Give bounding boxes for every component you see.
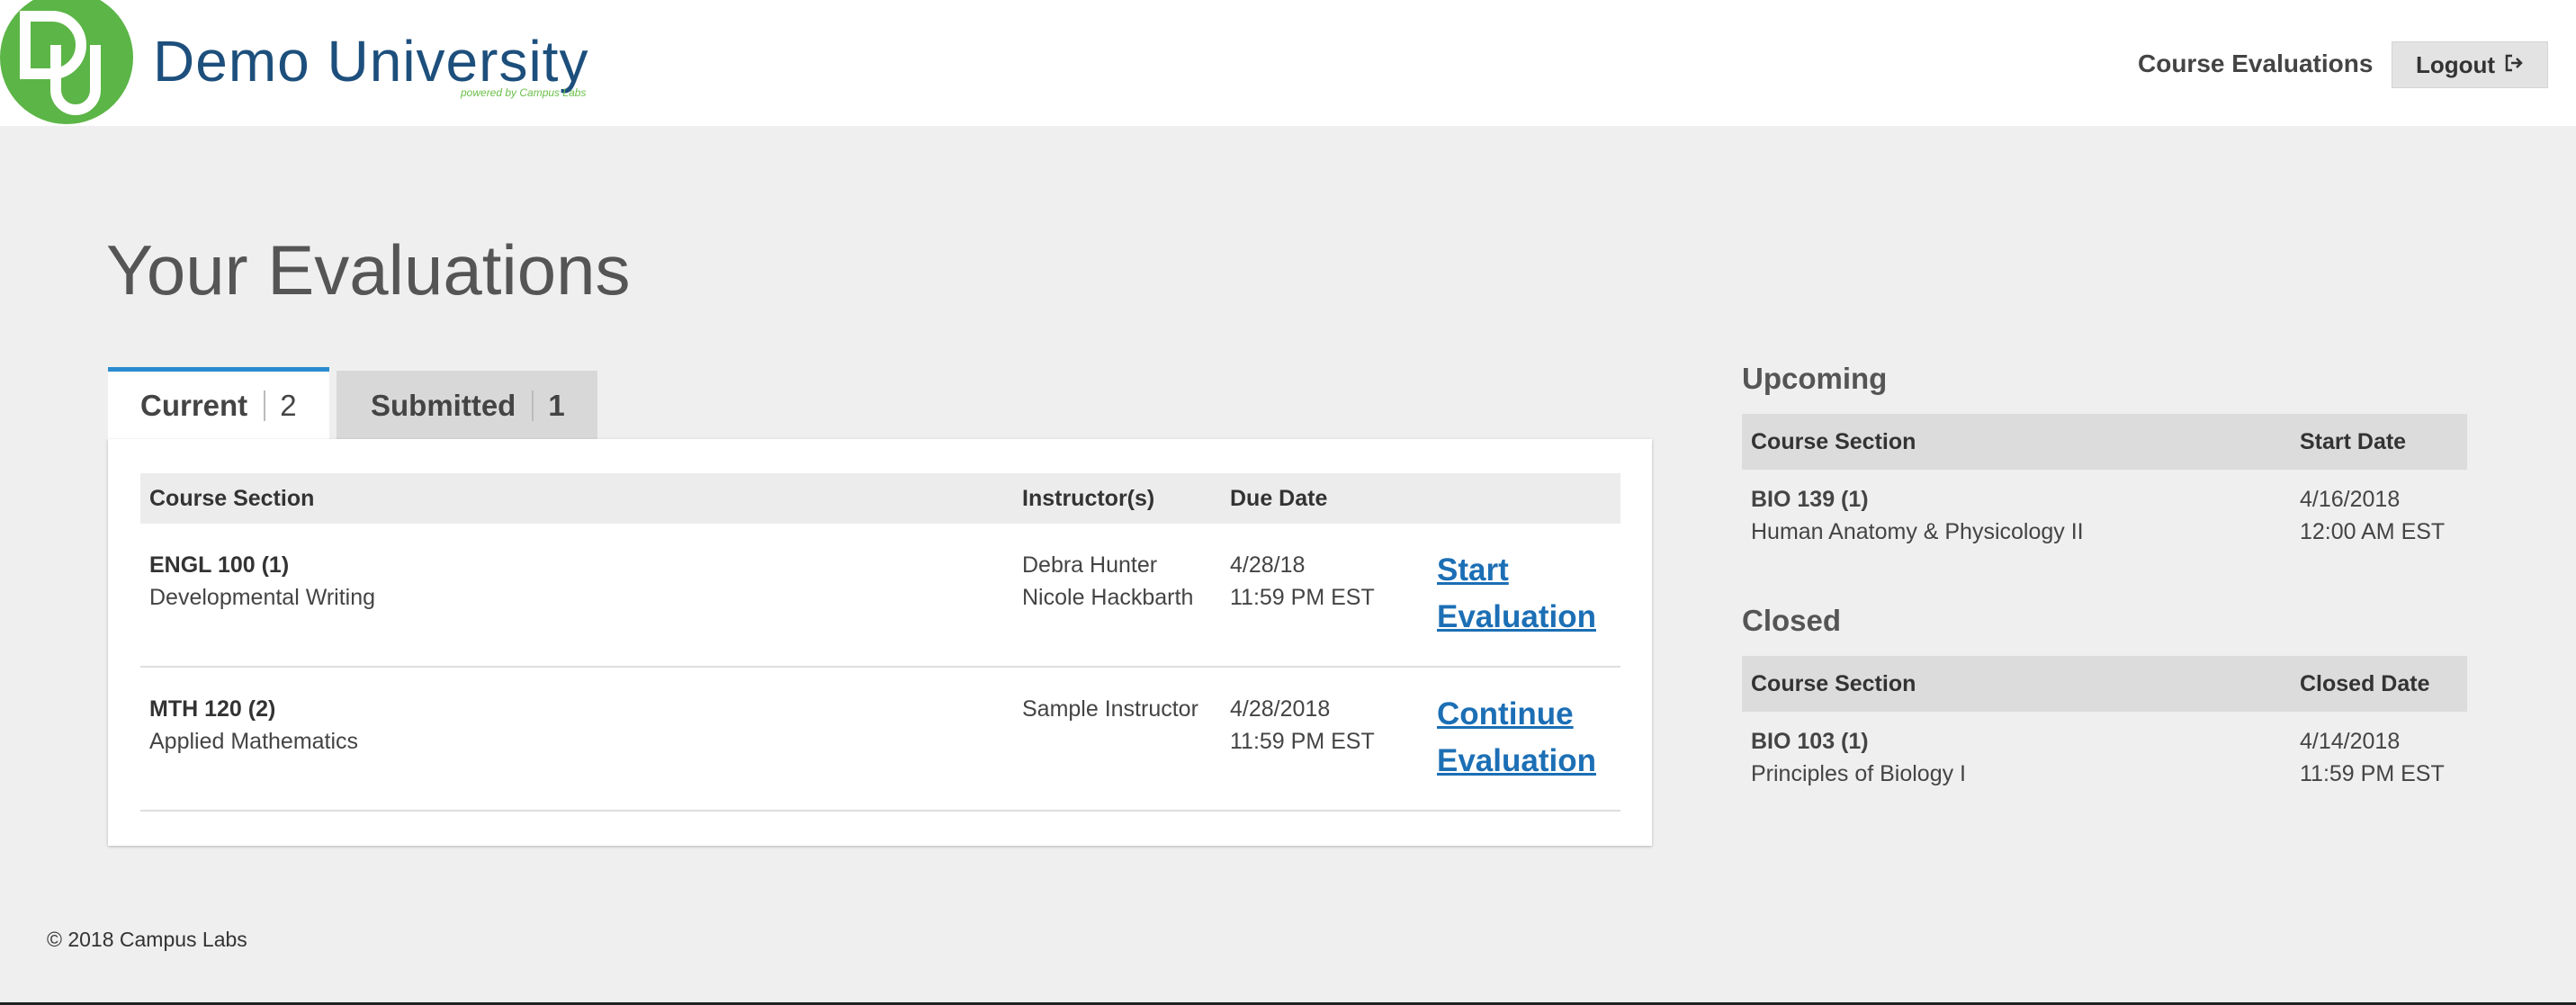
start-time: 12:00 AM EST <box>2300 519 2446 544</box>
sign-out-icon <box>2504 51 2524 79</box>
link-text: Evaluation <box>1437 743 1596 778</box>
du-logo-icon[interactable] <box>0 0 133 124</box>
tab-count: 1 <box>548 389 565 422</box>
tab-divider <box>532 390 534 421</box>
current-evaluations-panel: Course Section Instructor(s) Due Date EN… <box>108 439 1652 846</box>
course-name: Principles of Biology I <box>1751 761 1967 786</box>
instructor-name: Debra Hunter <box>1022 552 1158 578</box>
course-code: MTH 120 (2) <box>149 696 276 722</box>
course-name: Applied Mathematics <box>149 729 359 754</box>
due-time: 11:59 PM EST <box>1230 729 1375 754</box>
due-date-cell: 4/28/2018 11:59 PM EST <box>1230 693 1375 758</box>
tab-current[interactable]: Current 2 <box>108 367 329 439</box>
brand-tagline: powered by Campus Labs <box>461 86 587 99</box>
course-name: Human Anatomy & Physicology II <box>1751 519 2084 544</box>
course-code: BIO 103 (1) <box>1751 729 1869 754</box>
due-date: 4/28/18 <box>1230 552 1306 578</box>
closed-course-cell: BIO 103 (1) Principles of Biology I <box>1751 725 1966 790</box>
closed-table-header: Course Section Closed Date <box>1742 656 2467 712</box>
tab-label: Current <box>140 388 248 422</box>
instructor-name: Sample Instructor <box>1022 696 1198 722</box>
closed-date-cell: 4/14/2018 11:59 PM EST <box>2300 725 2445 790</box>
upcoming-course-cell: BIO 139 (1) Human Anatomy & Physicology … <box>1751 483 2084 548</box>
tab-divider <box>264 390 266 421</box>
column-header-instructors: Instructor(s) <box>1022 486 1155 511</box>
footer-copyright: © 2018 Campus Labs <box>47 928 247 951</box>
column-header-start-date: Start Date <box>2300 429 2407 454</box>
instructors-cell: Sample Instructor <box>1022 693 1198 725</box>
column-header-closed-date: Closed Date <box>2300 671 2430 696</box>
closed-heading: Closed <box>1742 604 1842 637</box>
closed-date: 4/14/2018 <box>2300 729 2401 754</box>
upcoming-table-header: Course Section Start Date <box>1742 414 2467 470</box>
page-title: Your Evaluations <box>106 230 631 310</box>
continue-evaluation-link[interactable]: Continue Evaluation <box>1437 691 1596 785</box>
nav-course-evaluations[interactable]: Course Evaluations <box>2138 49 2373 78</box>
start-evaluation-link[interactable]: Start Evaluation <box>1437 547 1596 641</box>
due-date: 4/28/2018 <box>1230 696 1331 722</box>
table-header-row: Course Section Instructor(s) Due Date <box>140 473 1620 524</box>
column-header-course: Course Section <box>1751 429 1916 454</box>
upcoming-date-cell: 4/16/2018 12:00 AM EST <box>2300 483 2445 548</box>
course-code: BIO 139 (1) <box>1751 487 1869 512</box>
table-row: ENGL 100 (1) Developmental Writing Debra… <box>140 524 1620 668</box>
column-header-course: Course Section <box>149 486 315 511</box>
column-header-course: Course Section <box>1751 671 1916 696</box>
tab-count: 2 <box>280 388 297 422</box>
tab-submitted[interactable]: Submitted 1 <box>337 371 597 441</box>
due-time: 11:59 PM EST <box>1230 585 1375 610</box>
link-text: Start <box>1437 552 1509 588</box>
table-row: MTH 120 (2) Applied Mathematics Sample I… <box>140 668 1620 812</box>
closed-time: 11:59 PM EST <box>2300 761 2445 786</box>
start-date: 4/16/2018 <box>2300 487 2401 512</box>
top-header: Demo University powered by Campus Labs C… <box>0 0 2576 126</box>
link-text: Evaluation <box>1437 599 1596 634</box>
course-code: ENGL 100 (1) <box>149 552 290 578</box>
column-header-due-date: Due Date <box>1230 486 1328 511</box>
due-date-cell: 4/28/18 11:59 PM EST <box>1230 549 1375 614</box>
tab-label: Submitted <box>371 389 516 422</box>
course-cell: ENGL 100 (1) Developmental Writing <box>149 549 375 614</box>
course-cell: MTH 120 (2) Applied Mathematics <box>149 693 358 758</box>
link-text: Continue <box>1437 696 1574 731</box>
instructor-name: Nicole Hackbarth <box>1022 585 1194 610</box>
logout-label: Logout <box>2415 50 2496 78</box>
logout-button[interactable]: Logout <box>2392 41 2548 88</box>
upcoming-heading: Upcoming <box>1742 362 1888 395</box>
course-name: Developmental Writing <box>149 585 376 610</box>
instructors-cell: Debra Hunter Nicole Hackbarth <box>1022 549 1193 614</box>
